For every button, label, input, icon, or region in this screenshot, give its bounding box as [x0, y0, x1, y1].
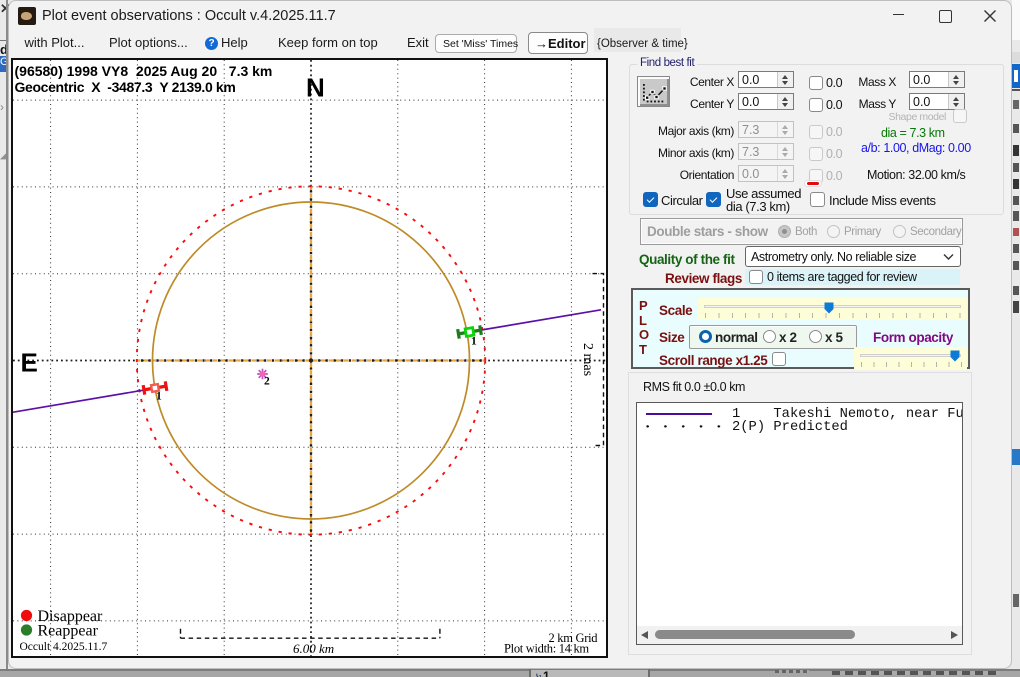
svg-text:E: E: [20, 348, 37, 378]
svg-text:2 mas: 2 mas: [580, 343, 595, 376]
svg-text:1: 1: [471, 336, 477, 348]
svg-text:N: N: [306, 73, 325, 103]
svg-text:6.00 km: 6.00 km: [293, 641, 334, 656]
svg-text:1: 1: [156, 391, 162, 403]
svg-text:Plot width: 14 km: Plot width: 14 km: [504, 642, 589, 656]
svg-text:Geocentric X -3487.3 Y 2139: Geocentric X -3487.3 Y 2139.0 km: [14, 79, 235, 95]
svg-text:(96580) 1998 VY8 2025 Aug 20: (96580) 1998 VY8 2025 Aug 20 7.3 km: [14, 63, 272, 79]
svg-text:2: 2: [264, 376, 270, 388]
svg-text:Reappear: Reappear: [37, 623, 98, 640]
svg-text:Occult 4.2025.11.7: Occult 4.2025.11.7: [19, 641, 107, 653]
